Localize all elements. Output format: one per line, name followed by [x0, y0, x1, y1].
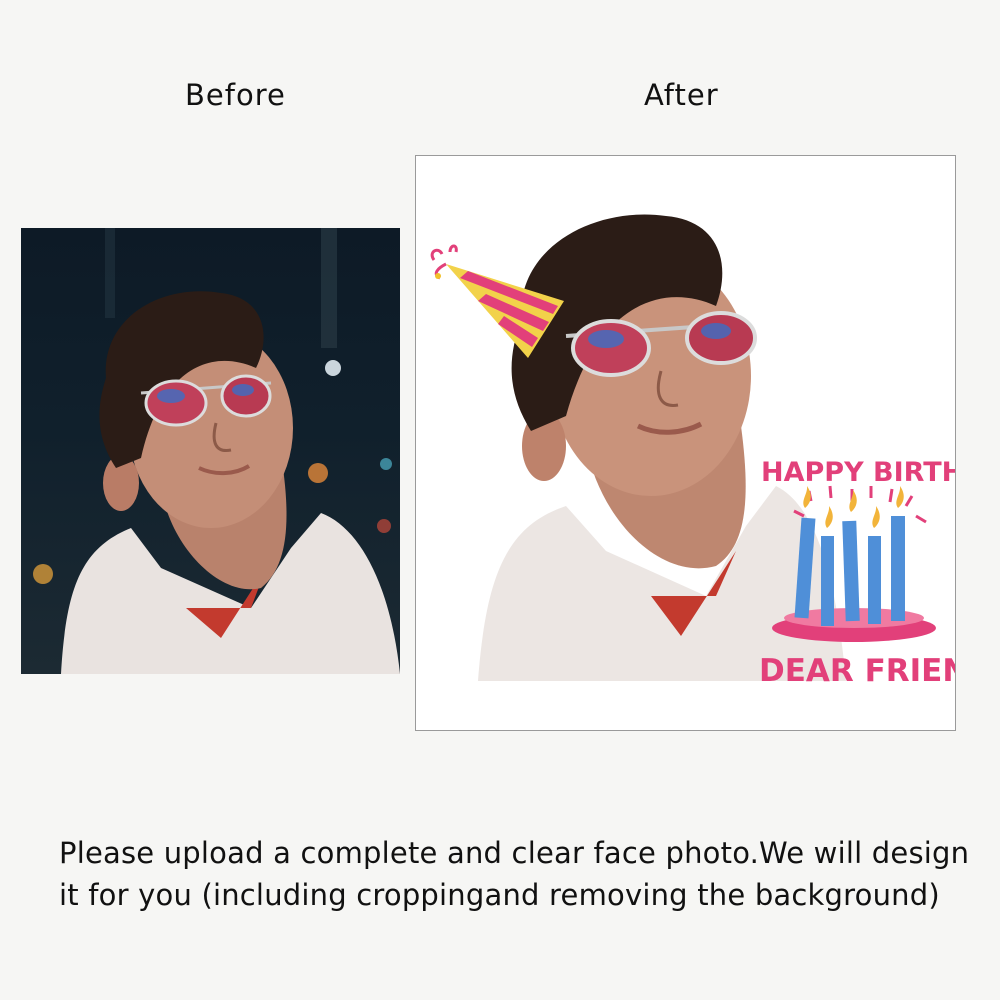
birthday-line-2: DEAR FRIEND: [759, 653, 956, 689]
after-portrait-illustration: HAPPY BIRTHDAY: [430, 214, 956, 689]
upload-instructions: Please upload a complete and clear face …: [59, 836, 970, 912]
before-portrait-illustration: [33, 228, 400, 674]
after-label: After: [644, 78, 719, 112]
birthday-line-1: HAPPY BIRTHDAY: [761, 457, 956, 488]
before-label: Before: [185, 78, 286, 112]
after-photo-frame: HAPPY BIRTHDAY: [415, 155, 956, 731]
before-photo: [21, 228, 400, 674]
